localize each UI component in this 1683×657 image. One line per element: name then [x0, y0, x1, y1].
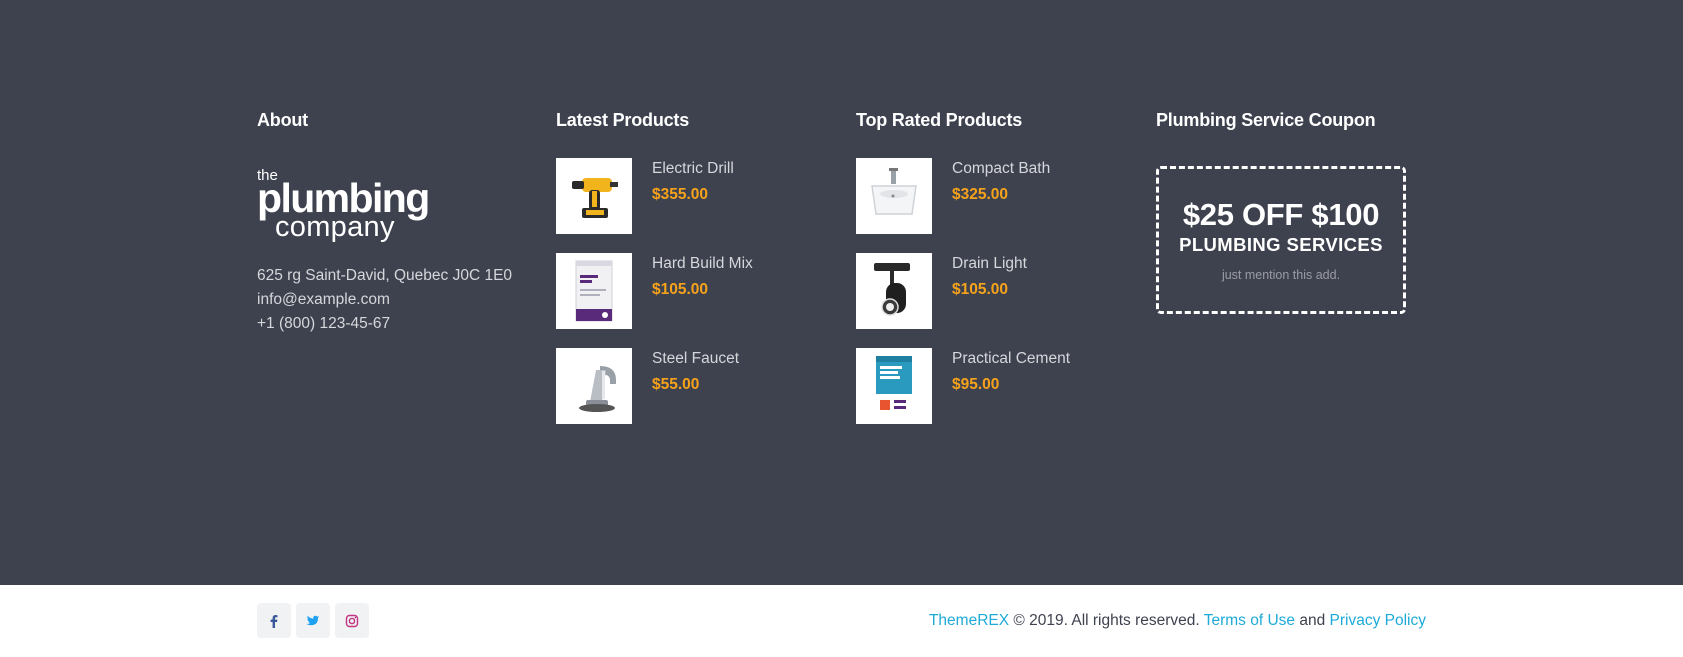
product-item: Hard Build Mix $105.00 — [556, 253, 826, 348]
product-price: $105.00 — [952, 281, 1009, 298]
latest-products-list: Electric Drill $355.00 Hard Build Mix $1… — [556, 158, 826, 443]
and-text: and — [1295, 612, 1330, 629]
facebook-button[interactable] — [257, 603, 291, 638]
top-rated-products-title: Top Rated Products — [856, 110, 1023, 130]
product-name-link[interactable]: Steel Faucet — [652, 348, 739, 370]
contact-info: 625 rg Saint-David, Quebec J0C 1E0 info@… — [257, 264, 527, 336]
cement-bag-image[interactable] — [856, 348, 932, 424]
copyright-text: ThemeREX © 2019. All rights reserved. Te… — [929, 611, 1426, 631]
footer-widgets: About the plumbing company 625 rg Saint-… — [0, 0, 1683, 585]
product-item: Drain Light $105.00 — [856, 253, 1126, 348]
copyright-bar: ThemeREX © 2019. All rights reserved. Te… — [0, 585, 1683, 657]
coupon-headline: $25 OFF $100 — [1182, 197, 1380, 232]
themerex-link[interactable]: ThemeREX — [929, 612, 1009, 629]
latest-products-title: Latest Products — [556, 110, 690, 130]
product-item: Compact Bath $325.00 — [856, 158, 1126, 253]
instagram-icon — [345, 614, 359, 627]
logo-company: company — [275, 211, 395, 243]
electric-drill-image[interactable] — [556, 158, 632, 234]
product-item: Electric Drill $355.00 — [556, 158, 826, 253]
top-rated-products-list: Compact Bath $325.00 Drain Light $105.00… — [856, 158, 1126, 443]
mortar-mix-bag-image[interactable] — [556, 253, 632, 329]
twitter-icon — [306, 615, 320, 625]
terms-of-use-link[interactable]: Terms of Use — [1204, 612, 1295, 629]
product-price: $355.00 — [652, 186, 709, 203]
twitter-button[interactable] — [296, 603, 330, 638]
coupon-column: Plumbing Service Coupon $25 OFF $100 PLU… — [1156, 108, 1426, 314]
phone-link[interactable]: +1 (800) 123-45-67 — [257, 312, 527, 336]
product-name-link[interactable]: Hard Build Mix — [652, 253, 753, 275]
social-links — [257, 603, 369, 638]
steel-faucet-image[interactable] — [556, 348, 632, 424]
product-name-link[interactable]: Practical Cement — [952, 348, 1070, 370]
about-column: About the plumbing company 625 rg Saint-… — [257, 108, 527, 336]
track-light-image[interactable] — [856, 253, 932, 329]
top-rated-products-column: Top Rated Products Compact Bath $325.00 — [856, 108, 1126, 443]
product-price: $105.00 — [652, 281, 709, 298]
product-name-link[interactable]: Electric Drill — [652, 158, 734, 180]
rights-text: © 2019. All rights reserved. — [1009, 612, 1204, 629]
company-logo[interactable]: the plumbing company — [257, 168, 457, 246]
product-name-link[interactable]: Drain Light — [952, 253, 1027, 275]
coupon-subline: PLUMBING SERVICES — [1179, 234, 1383, 255]
coupon-box: $25 OFF $100 PLUMBING SERVICES just ment… — [1156, 166, 1406, 314]
compact-sink-image[interactable] — [856, 158, 932, 234]
privacy-policy-link[interactable]: Privacy Policy — [1330, 612, 1426, 629]
product-price: $95.00 — [952, 376, 1000, 393]
product-price: $325.00 — [952, 186, 1009, 203]
latest-products-column: Latest Products Electric Drill $355.00 H… — [556, 108, 826, 443]
product-price: $55.00 — [652, 376, 700, 393]
about-title: About — [257, 110, 308, 130]
product-item: Steel Faucet $55.00 — [556, 348, 826, 443]
coupon-title: Plumbing Service Coupon — [1156, 110, 1376, 130]
coupon-note: just mention this add. — [1221, 268, 1341, 282]
address-text: 625 rg Saint-David, Quebec J0C 1E0 — [257, 267, 513, 284]
product-item: Practical Cement $95.00 — [856, 348, 1126, 443]
facebook-icon — [270, 614, 278, 628]
email-link[interactable]: info@example.com — [257, 288, 527, 312]
product-name-link[interactable]: Compact Bath — [952, 158, 1050, 180]
instagram-button[interactable] — [335, 603, 369, 638]
